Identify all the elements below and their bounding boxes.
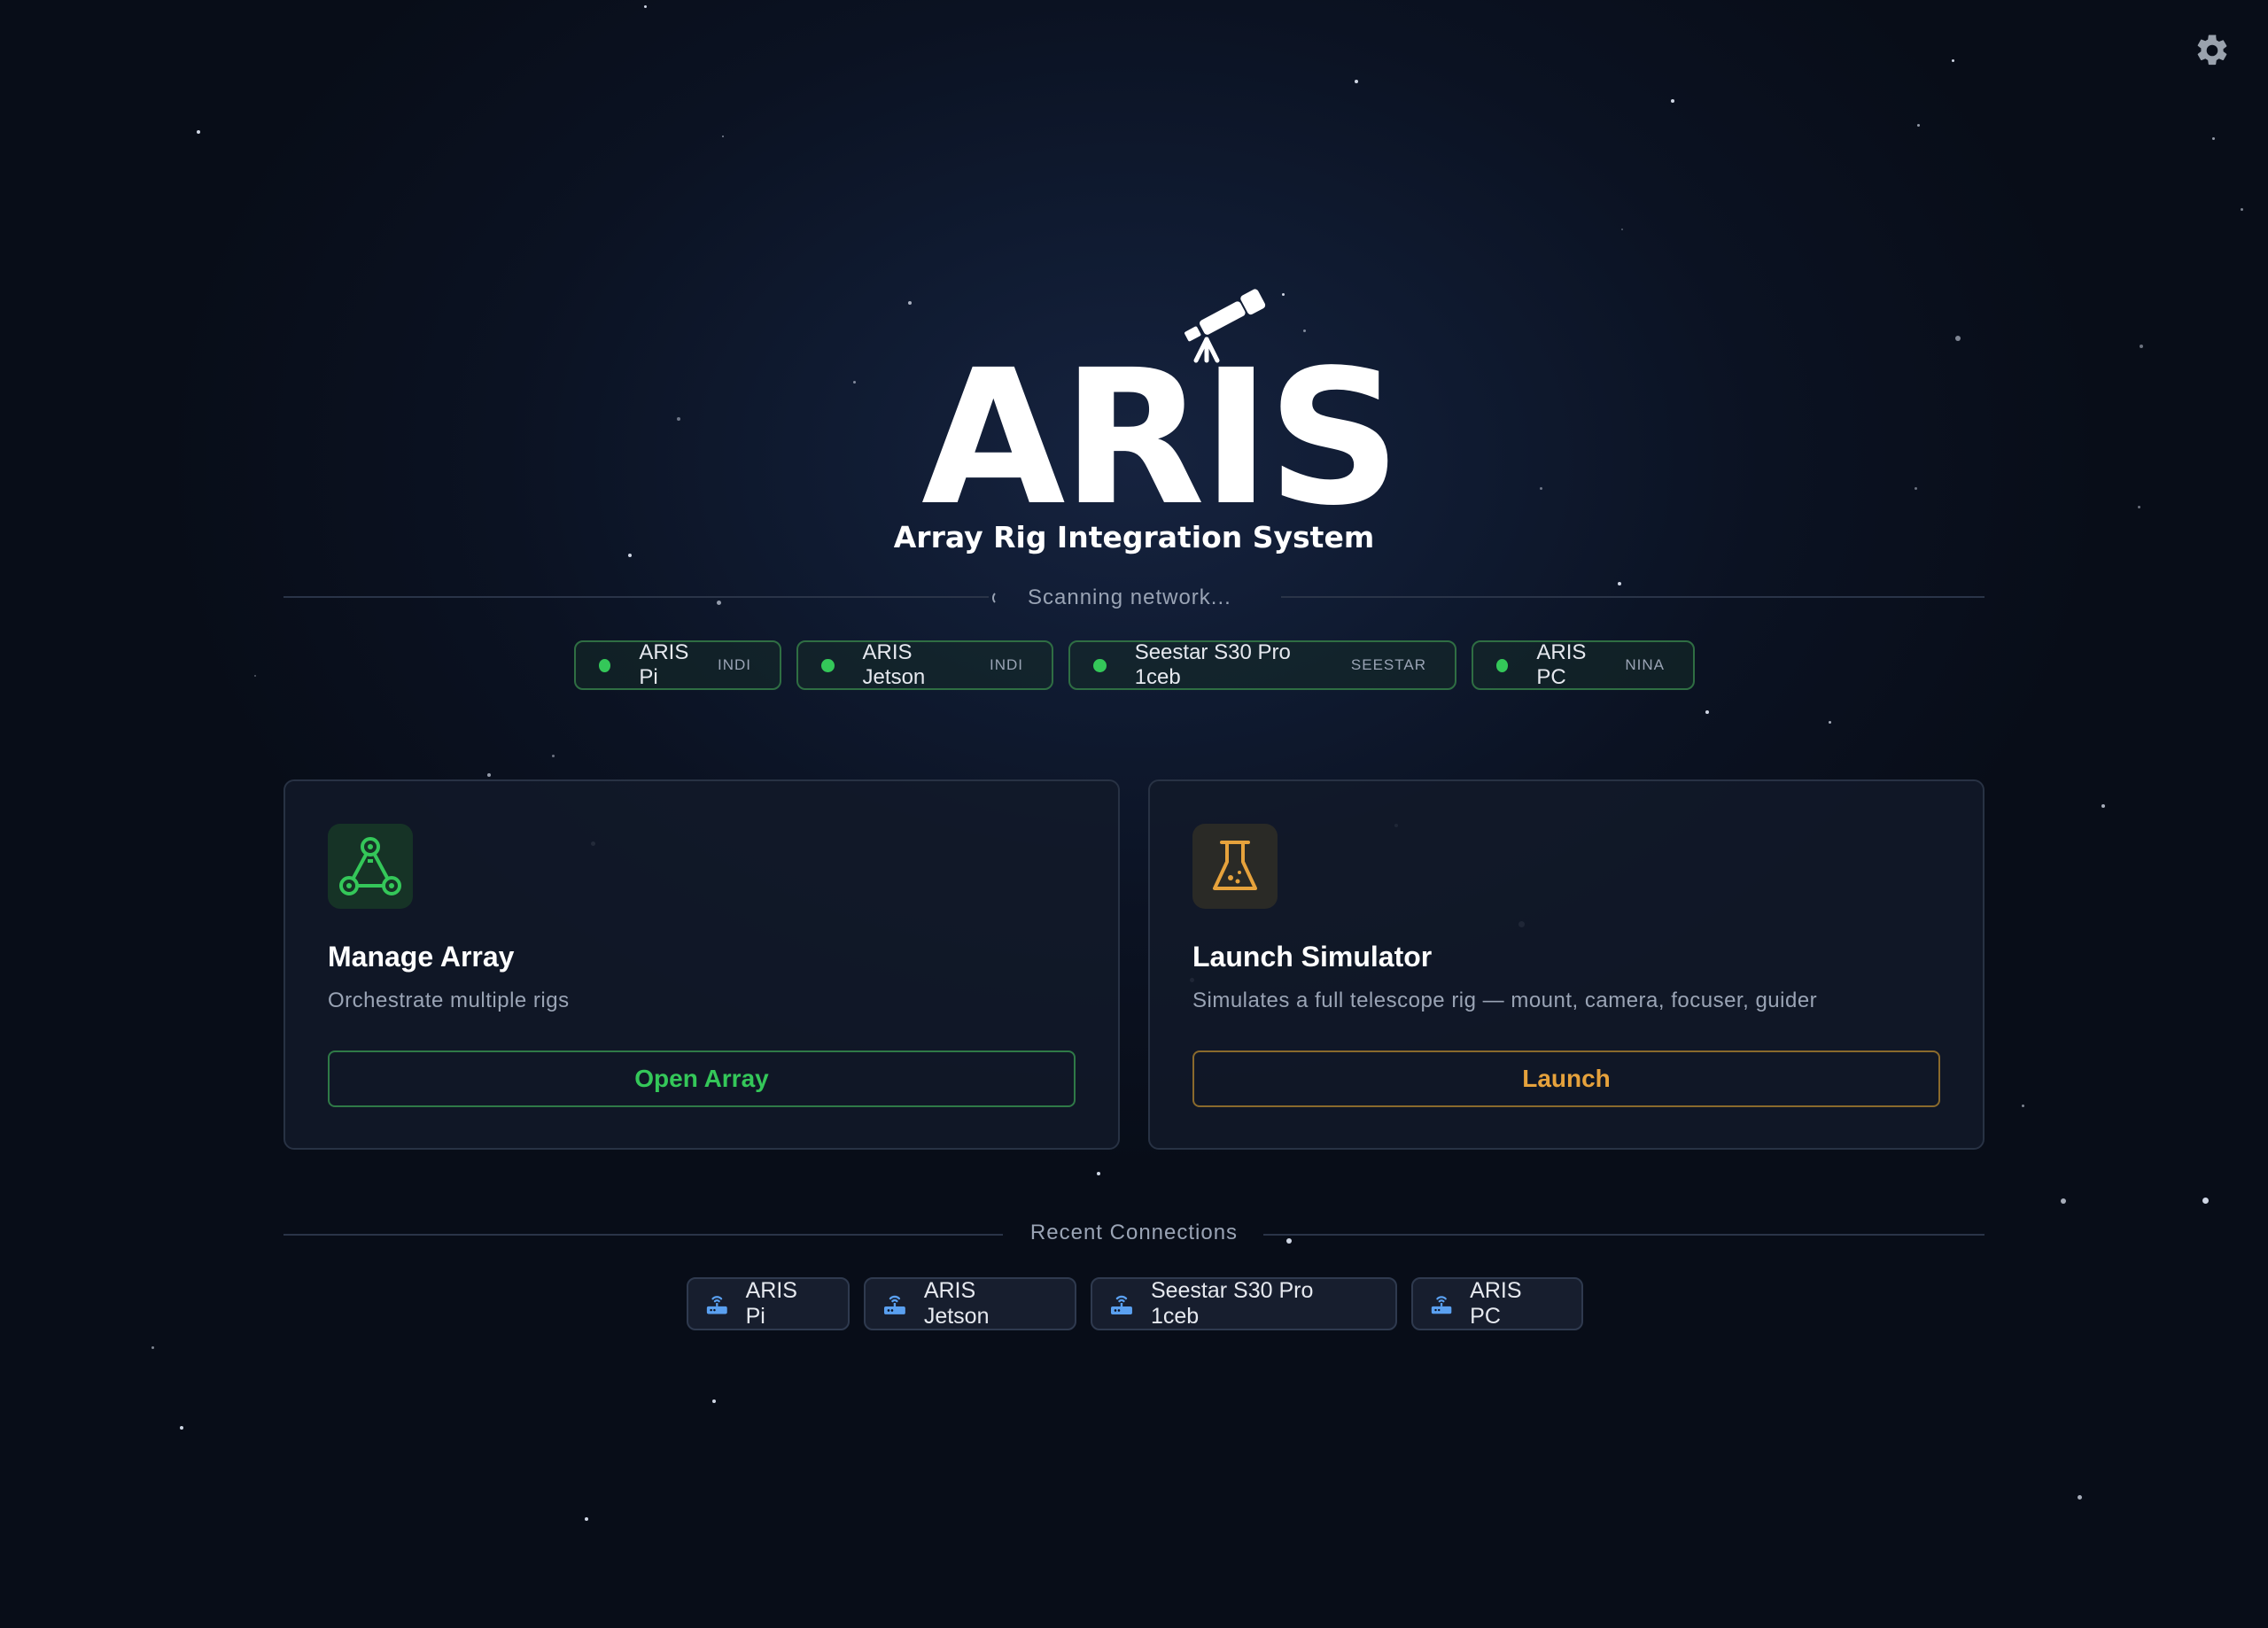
manage-array-card: Manage Array Orchestrate multiple rigs O… [284,779,1120,1150]
app-title: ARIS [921,329,1402,547]
discovered-devices: ARIS Pi INDI ARIS Jetson INDI Seestar S3… [574,640,1695,694]
card-description: Orchestrate multiple rigs [328,988,570,1012]
divider-left-scan [284,596,989,598]
recent-item-name: ARIS Jetson [923,1278,990,1329]
device-type-tag: NINA [1625,656,1665,673]
online-status-dot [1093,658,1107,672]
loading-spinner-icon [992,591,1006,605]
online-status-dot [821,658,835,672]
device-chip-aris-pi[interactable]: ARIS Pi INDI [574,640,781,690]
router-icon [1110,1295,1132,1314]
scan-status-text: Scanning network... [1028,585,1231,609]
network-graph-icon [328,824,413,909]
divider-right-recent [1263,1234,1984,1236]
card-title: Launch Simulator [1192,941,1433,973]
online-status-dot [599,658,611,672]
card-description: Simulates a full telescope rig — mount, … [1192,988,1818,1012]
device-type-tag: INDI [990,656,1023,673]
recent-item-name: ARIS Pi [745,1278,797,1329]
device-chip-aris-jetson[interactable]: ARIS Jetson INDI [796,640,1053,690]
recent-item-aris-pc[interactable]: ARIS PC [1411,1277,1583,1330]
divider-right-scan [1281,596,1984,598]
divider-left-recent [284,1234,1003,1236]
device-chip-aris-pc[interactable]: ARIS PC NINA [1472,640,1695,690]
recent-item-aris-pi[interactable]: ARIS Pi [687,1277,850,1330]
settings-button[interactable] [2188,27,2236,74]
scan-status: Scanning network... [992,583,1231,613]
flask-icon [1192,824,1278,909]
app-logo: ARIS Array Rig Integration System [886,288,1402,571]
app-subtitle: Array Rig Integration System [893,520,1375,554]
device-type-tag: INDI [718,656,751,673]
recent-item-name: Seestar S30 Pro 1ceb [1150,1278,1314,1329]
recent-item-seestar[interactable]: Seestar S30 Pro 1ceb [1091,1277,1397,1330]
gear-icon [2197,35,2227,66]
launch-simulator-card: Launch Simulator Simulates a full telesc… [1148,779,1984,1150]
card-title: Manage Array [328,941,515,973]
device-name: Seestar S30 Pro 1ceb [1134,640,1291,689]
device-chip-seestar[interactable]: Seestar S30 Pro 1ceb SEESTAR [1068,640,1456,690]
router-icon [1431,1296,1452,1314]
recent-item-aris-jetson[interactable]: ARIS Jetson [864,1277,1076,1330]
recent-item-name: ARIS PC [1470,1278,1522,1329]
online-status-dot [1496,658,1509,672]
router-icon [883,1295,905,1314]
launch-simulator-button[interactable]: Launch [1192,1050,1940,1107]
recent-connections-label: Recent Connections [1029,1221,1239,1244]
open-array-button[interactable]: Open Array [328,1050,1076,1107]
device-type-tag: SEESTAR [1350,656,1426,673]
device-name: ARIS PC [1536,640,1587,689]
router-icon [706,1296,727,1314]
recent-connections: ARIS Pi ARIS Jetson Seestar S30 Pro 1ceb… [687,1277,1583,1330]
device-name: ARIS Pi [639,640,689,689]
device-name: ARIS Jetson [862,640,926,689]
